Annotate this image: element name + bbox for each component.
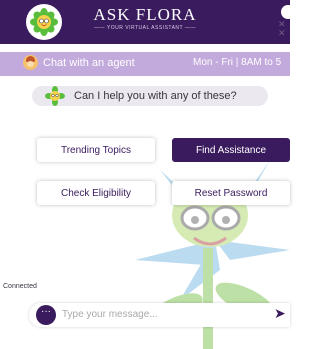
find-assistance-button[interactable]: Find Assistance: [172, 138, 290, 162]
trending-topics-button[interactable]: Trending Topics: [37, 138, 155, 162]
chat-subtitle: —— YOUR VIRTUAL ASSISTANT ——: [94, 25, 196, 31]
check-eligibility-button[interactable]: Check Eligibility: [37, 181, 155, 205]
reset-password-button[interactable]: Reset Password: [172, 181, 290, 205]
header-control-icon[interactable]: [281, 5, 295, 19]
more-options-icon[interactable]: ···: [36, 305, 56, 325]
chat-title: ASK FLORA: [93, 5, 197, 24]
connection-status: Connected: [3, 283, 37, 290]
agent-hours: Mon - Fri | 8AM to 5: [193, 57, 282, 68]
message-input[interactable]: [62, 306, 262, 323]
chat-with-agent-link[interactable]: Chat with an agent: [43, 57, 135, 69]
send-arrow-icon[interactable]: ➤: [274, 305, 286, 321]
agent-avatar-icon: [23, 55, 38, 70]
flower-avatar-icon: [45, 86, 65, 106]
close-icon[interactable]: ✕ ✕: [278, 20, 286, 38]
bot-message-text: Can I help you with any of these?: [74, 90, 237, 102]
